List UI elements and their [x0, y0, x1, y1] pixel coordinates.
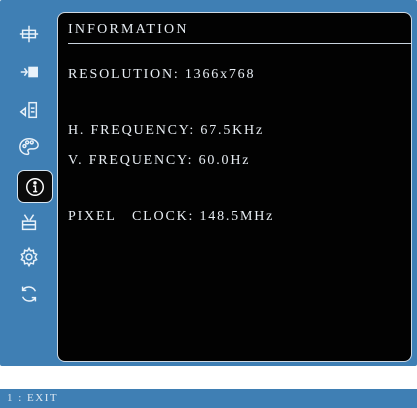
input-select-icon	[20, 66, 38, 78]
panel-title: INFORMATION	[68, 22, 189, 37]
pixel-clock-info: PIXEL CLOCK: 148.5MHz	[68, 209, 275, 224]
sidebar-item-information[interactable]	[17, 170, 53, 203]
sidebar-item-manual-image-adjust[interactable]	[16, 209, 42, 235]
sidebar-item-setup-menu[interactable]	[16, 244, 42, 270]
sidebar-item-audio-adjust[interactable]	[16, 97, 42, 123]
audio-adjust-icon	[19, 101, 38, 119]
manual-image-adjust-icon	[21, 214, 37, 231]
sidebar-item-input-select[interactable]	[16, 59, 42, 85]
v-frequency-info: V. FREQUENCY: 60.0Hz	[68, 153, 251, 168]
sidebar-item-memory-recall[interactable]	[16, 281, 42, 307]
memory-recall-icon	[21, 286, 37, 302]
exit-hint-bar: 1 : EXIT	[0, 389, 417, 408]
brightness-contrast-icon	[19, 25, 39, 43]
exit-hint: 1 : EXIT	[7, 392, 59, 404]
title-divider	[68, 43, 411, 44]
information-panel: INFORMATION RESOLUTION: 1366x768 H. FREQ…	[57, 12, 412, 362]
sidebar-item-color-adjust[interactable]	[16, 134, 42, 160]
sidebar-item-brightness-contrast[interactable]	[16, 21, 42, 47]
setup-menu-icon	[20, 246, 38, 268]
information-icon	[26, 177, 44, 196]
resolution-info: RESOLUTION: 1366x768	[68, 67, 256, 82]
h-frequency-info: H. FREQUENCY: 67.5KHz	[68, 123, 264, 138]
osd-menu: INFORMATION RESOLUTION: 1366x768 H. FREQ…	[0, 0, 417, 366]
color-adjust-icon	[19, 138, 39, 156]
